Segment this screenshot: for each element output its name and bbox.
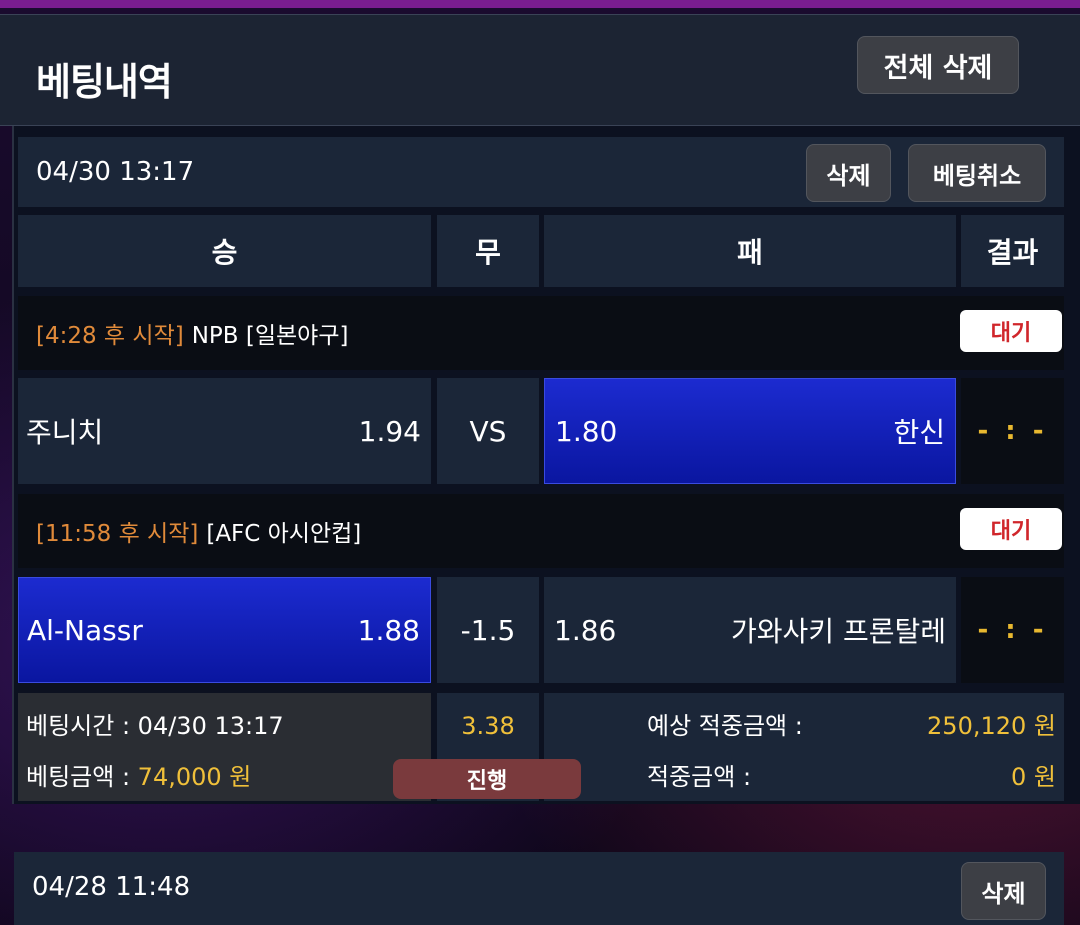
column-result: 결과 xyxy=(961,215,1064,287)
draw-option[interactable]: VS xyxy=(437,378,539,484)
home-option[interactable]: 주니치 1.94 xyxy=(18,378,431,484)
result-cell: - : - xyxy=(961,378,1064,484)
column-lose: 패 xyxy=(544,215,956,287)
progress-status: 진행 xyxy=(393,759,581,799)
bet-time-row: 베팅시간 : 04/30 13:17 xyxy=(26,706,284,741)
delete-button[interactable]: 삭제 xyxy=(806,144,891,202)
delete-all-button[interactable]: 전체 삭제 xyxy=(857,36,1019,94)
cancel-bet-button[interactable]: 베팅취소 xyxy=(908,144,1046,202)
home-odds: 1.88 xyxy=(357,613,420,647)
bet-amount-value: 74,000 원 xyxy=(137,763,252,791)
expected-amount: 250,120 원 xyxy=(927,712,1056,740)
home-team: 주니치 xyxy=(26,416,104,449)
away-team: 한신 xyxy=(893,416,945,449)
away-team: 가와사키 프론탈레 xyxy=(731,615,946,648)
page-title: 베팅내역 xyxy=(36,60,173,104)
total-odds: 3.38 xyxy=(461,712,515,740)
league-name: NPB [일본야구] xyxy=(191,323,349,349)
column-draw: 무 xyxy=(437,215,539,287)
bet-header: 04/28 11:48 xyxy=(14,852,1064,925)
page-header: 베팅내역 전체 삭제 xyxy=(0,14,1080,126)
home-option[interactable]: Al-Nassr 1.88 xyxy=(18,577,431,683)
away-option[interactable]: 1.86 가와사키 프론탈레 xyxy=(544,577,956,683)
bet-amount-label: 베팅금액 : xyxy=(26,763,138,791)
handicap-value: -1.5 xyxy=(460,613,516,647)
home-team: Al-Nassr xyxy=(27,613,143,647)
start-time: [4:28 후 시작] xyxy=(36,323,184,349)
result-score: - : - xyxy=(977,615,1048,645)
away-odds: 1.80 xyxy=(555,414,618,448)
win-amount: 0 원 xyxy=(1011,763,1056,791)
handicap-option[interactable]: -1.5 xyxy=(437,577,539,683)
column-win: 승 xyxy=(18,215,431,287)
away-option[interactable]: 1.80 한신 xyxy=(544,378,956,484)
bet-amount-row: 베팅금액 : 74,000 원 xyxy=(26,757,251,792)
expected-label: 예상 적중금액 : xyxy=(647,712,803,740)
away-odds: 1.86 xyxy=(554,613,617,647)
result-cell: - : - xyxy=(961,577,1064,683)
league-row: [11:58 후 시작] [AFC 아시안컵] 대기 xyxy=(18,494,1064,568)
bet-time-label: 베팅시간 : xyxy=(26,712,138,740)
home-odds: 1.94 xyxy=(358,414,421,448)
bet-time-value: 04/30 13:17 xyxy=(137,712,284,740)
league-row: [4:28 후 시작] NPB [일본야구] 대기 xyxy=(18,296,1064,370)
result-score: - : - xyxy=(977,416,1048,446)
status-badge: 대기 xyxy=(960,508,1062,550)
bet-date: 04/28 11:48 xyxy=(32,872,191,902)
top-accent-line xyxy=(0,0,1080,8)
win-label: 적중금액 : xyxy=(647,763,752,791)
status-badge: 대기 xyxy=(960,310,1062,352)
vs-label: VS xyxy=(469,414,507,448)
start-time: [11:58 후 시작] xyxy=(36,521,199,547)
delete-button[interactable]: 삭제 xyxy=(961,862,1046,920)
bet-date: 04/30 13:17 xyxy=(36,157,195,187)
league-name: [AFC 아시안컵] xyxy=(206,521,362,547)
